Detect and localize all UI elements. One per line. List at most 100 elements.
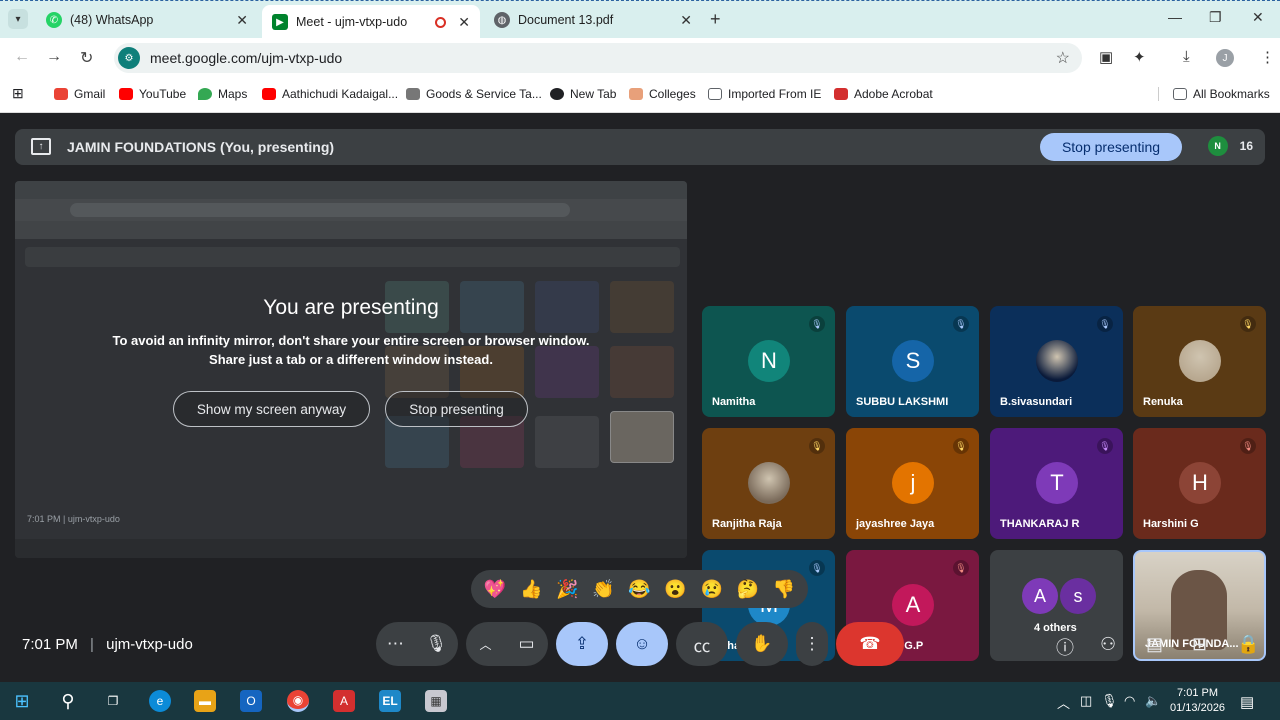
adobe-acrobat-icon[interactable]: A	[333, 690, 355, 712]
reaction-laugh-icon[interactable]: 😂	[628, 579, 650, 600]
overlay-stop-presenting-button[interactable]: Stop presenting	[385, 391, 528, 427]
cast-icon[interactable]: ▣	[1099, 48, 1113, 66]
bookmark-aathichudi[interactable]: Aathichudi Kadaigal...	[262, 87, 398, 101]
close-window-button[interactable]: ✕	[1252, 9, 1264, 26]
reaction-thumbs-up-icon[interactable]: 👍	[520, 579, 542, 600]
reaction-thinking-icon[interactable]: 🤔	[737, 579, 759, 600]
participant-tile[interactable]: H Harshini G 🎙	[1133, 428, 1266, 539]
raise-hand-button[interactable]: ✋	[736, 622, 788, 666]
wifi-icon[interactable]: ◠	[1124, 693, 1135, 709]
restore-button[interactable]: ❐	[1209, 9, 1222, 26]
address-bar[interactable]: ⚙ meet.google.com/ujm-vtxp-udo ☆	[114, 43, 1082, 73]
bookmark-acrobat[interactable]: Adobe Acrobat	[834, 87, 933, 101]
tab-meet[interactable]: ▶ Meet - ujm-vtxp-udo ✕	[262, 5, 480, 39]
site-info-icon[interactable]: ⚙	[118, 47, 140, 69]
participant-tile[interactable]: S SUBBU LAKSHMI 🎙	[846, 306, 979, 417]
reaction-surprised-icon[interactable]: 😮	[664, 579, 686, 600]
apps-grid-icon[interactable]: ⊞	[12, 85, 24, 102]
file-explorer-icon[interactable]: ▬	[194, 690, 216, 712]
close-icon[interactable]: ✕	[458, 14, 470, 31]
new-tab-button[interactable]: +	[710, 9, 721, 30]
participant-tile[interactable]: Ranjitha Raja 🎙	[702, 428, 835, 539]
presenting-warning-line2: Share just a tab or a different window i…	[209, 352, 493, 367]
recording-icon	[435, 16, 446, 28]
present-screen-button[interactable]: ⇪	[556, 622, 608, 666]
presenting-heading: You are presenting	[263, 296, 439, 319]
captions-icon: ㏄	[693, 636, 711, 656]
close-icon[interactable]: ✕	[236, 12, 248, 29]
tab-document[interactable]: ◍ Document 13.pdf ✕	[484, 5, 702, 35]
leave-call-button[interactable]: ☎	[836, 622, 904, 666]
more-audio-options-icon[interactable]: ⋯	[387, 634, 404, 654]
chat-icon[interactable]: ▤	[1146, 634, 1163, 655]
chevron-up-icon[interactable]: ︿	[479, 636, 491, 653]
task-view-icon[interactable]: ❐	[102, 690, 124, 712]
participant-photo	[1036, 340, 1078, 382]
bookmark-maps[interactable]: Maps	[198, 87, 247, 101]
bookmark-youtube[interactable]: YouTube	[119, 87, 186, 101]
reload-button[interactable]: ↻	[80, 48, 93, 68]
chevron-up-icon[interactable]: ︿	[1057, 693, 1070, 712]
meet-tray-icon[interactable]: ◫	[1080, 693, 1092, 709]
participant-count-number: 16	[1239, 139, 1253, 153]
show-screen-anyway-button[interactable]: Show my screen anyway	[173, 391, 370, 427]
participant-tile[interactable]: Renuka 🎙	[1133, 306, 1266, 417]
app-icon[interactable]: ▦	[425, 690, 447, 712]
tab-label: (48) WhatsApp	[70, 13, 154, 27]
mic-off-icon: 🎙	[953, 438, 969, 454]
profile-avatar[interactable]: J	[1216, 49, 1234, 67]
volume-icon[interactable]: 🔈	[1145, 693, 1161, 709]
back-button[interactable]: ←	[14, 48, 30, 66]
browser-toolbar: ← → ↻ ⚙ meet.google.com/ujm-vtxp-udo ☆ ▣…	[0, 38, 1280, 78]
close-icon[interactable]: ✕	[680, 12, 692, 29]
reaction-party-icon[interactable]: 🎉	[556, 579, 578, 600]
emoji-button[interactable]: ☺	[616, 622, 668, 666]
participant-count[interactable]: N 16	[1207, 136, 1253, 156]
menu-icon[interactable]: ⋮	[1260, 48, 1275, 66]
participant-photo	[748, 462, 790, 504]
microphone-tray-icon[interactable]: 🎙	[1101, 693, 1118, 709]
reaction-heart-icon[interactable]: 💖	[484, 579, 506, 600]
browser-window: ▾ ✆ (48) WhatsApp ✕ ▶ Meet - ujm-vtxp-ud…	[0, 0, 1280, 113]
search-icon[interactable]: ⚲	[57, 690, 79, 712]
tab-whatsapp[interactable]: ✆ (48) WhatsApp ✕	[36, 5, 258, 35]
present-icon: ⇪	[574, 634, 590, 653]
bookmark-imported[interactable]: Imported From IE	[708, 87, 821, 101]
host-controls-icon[interactable]: 🔒	[1237, 634, 1259, 655]
bookmark-colleges[interactable]: Colleges	[629, 87, 696, 101]
download-icon[interactable]: ⤓	[1183, 48, 1190, 65]
chrome-icon[interactable]: ◉	[287, 690, 309, 712]
reaction-thumbs-down-icon[interactable]: 👎	[773, 579, 795, 600]
camera-icon[interactable]: ▭	[518, 634, 534, 654]
all-bookmarks[interactable]: All Bookmarks	[1158, 87, 1270, 101]
more-options-button[interactable]: ⋮	[796, 622, 828, 666]
outlook-icon[interactable]: O	[240, 690, 262, 712]
stop-presenting-button[interactable]: Stop presenting	[1040, 133, 1182, 161]
elcot-icon[interactable]: EL	[379, 690, 401, 712]
edge-icon[interactable]: e	[149, 690, 171, 712]
forward-button[interactable]: →	[46, 48, 62, 66]
tab-label: Meet - ujm-vtxp-udo	[296, 15, 408, 29]
extensions-icon[interactable]: ✦	[1133, 48, 1146, 66]
system-clock[interactable]: 7:01 PM 01/13/2026	[1170, 686, 1225, 716]
bookmark-star-icon[interactable]: ☆	[1056, 48, 1070, 68]
participant-tile[interactable]: j jayashree Jaya 🎙	[846, 428, 979, 539]
reaction-sad-icon[interactable]: 😢	[701, 579, 723, 600]
bookmark-gst[interactable]: Goods & Service Ta...	[406, 87, 542, 101]
participant-tile[interactable]: N Namitha 🎙	[702, 306, 835, 417]
tab-search-button[interactable]: ▾	[8, 9, 28, 29]
bookmark-label: Goods & Service Ta...	[426, 87, 542, 101]
reaction-clap-icon[interactable]: 👏	[592, 579, 614, 600]
windows-start-icon[interactable]: ⊞	[11, 690, 33, 712]
bookmark-gmail[interactable]: Gmail	[54, 87, 105, 101]
participant-tile[interactable]: T THANKARAJ R 🎙	[990, 428, 1123, 539]
bookmark-new-tab[interactable]: New Tab	[550, 87, 616, 101]
meeting-details-icon[interactable]: ⓘ	[1056, 634, 1074, 660]
captions-button[interactable]: ㏄	[676, 622, 728, 666]
activities-icon[interactable]: ⊞	[1192, 634, 1207, 655]
minimize-button[interactable]: —	[1168, 9, 1182, 25]
microphone-icon[interactable]: 🎙	[426, 634, 448, 654]
participant-tile[interactable]: B.sivasundari 🎙	[990, 306, 1123, 417]
people-icon[interactable]: ⚇	[1100, 634, 1116, 655]
notifications-icon[interactable]: ▤	[1240, 693, 1254, 711]
